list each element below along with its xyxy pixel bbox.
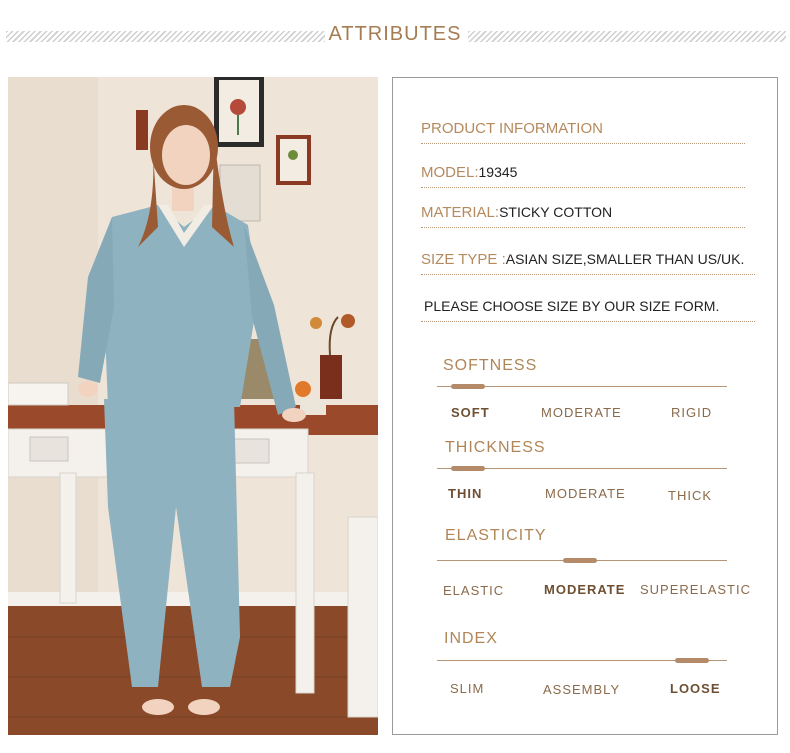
softness-option-rigid: RIGID xyxy=(671,405,713,420)
page-title: ATTRIBUTES xyxy=(0,23,790,46)
product-info-heading-row: PRODUCT INFORMATION xyxy=(421,120,745,144)
thickness-option-moderate: MODERATE xyxy=(545,486,626,501)
model-label: MODEL: xyxy=(421,164,479,181)
attributes-panel: PRODUCT INFORMATION MODEL:19345 MATERIAL… xyxy=(392,77,778,735)
page-title-text: ATTRIBUTES xyxy=(324,23,466,45)
elasticity-option-elastic: ELASTIC xyxy=(443,583,505,598)
index-option-loose: LOOSE xyxy=(670,681,721,696)
size-note-row: PLEASE CHOOSE SIZE BY OUR SIZE FORM. xyxy=(421,298,755,322)
softness-title: SOFTNESS xyxy=(443,357,538,374)
index-marker xyxy=(675,658,709,663)
product-info-heading: PRODUCT INFORMATION xyxy=(421,120,603,137)
size-note: PLEASE CHOOSE SIZE BY OUR SIZE FORM. xyxy=(424,298,720,314)
softness-marker xyxy=(451,384,485,389)
elasticity-option-superelastic: SUPERELASTIC xyxy=(640,582,751,597)
thickness-option-thick: THICK xyxy=(668,488,712,503)
softness-option-soft: SOFT xyxy=(451,405,490,420)
model-illustration xyxy=(8,77,378,735)
model-row: MODEL:19345 xyxy=(421,164,745,188)
model-value: 19345 xyxy=(478,164,518,180)
size-type-value: ASIAN SIZE,SMALLER THAN US/UK. xyxy=(505,251,745,267)
thickness-marker xyxy=(451,466,485,471)
index-option-assembly: ASSEMBLY xyxy=(543,682,621,697)
index-option-slim: SLIM xyxy=(450,681,485,696)
material-value: STICKY COTTON xyxy=(499,204,613,220)
material-row: MATERIAL:STICKY COTTON xyxy=(421,204,745,228)
thickness-title: THICKNESS xyxy=(445,439,546,456)
softness-option-moderate: MODERATE xyxy=(541,405,622,420)
size-type-label: SIZE TYPE : xyxy=(421,251,506,268)
size-type-row: SIZE TYPE :ASIAN SIZE,SMALLER THAN US/UK… xyxy=(421,251,755,275)
elasticity-marker xyxy=(563,558,597,563)
index-title: INDEX xyxy=(444,630,498,647)
thickness-option-thin: THIN xyxy=(448,486,483,501)
material-label: MATERIAL: xyxy=(421,204,500,221)
product-photo xyxy=(8,77,378,735)
elasticity-option-moderate: MODERATE xyxy=(544,582,626,597)
elasticity-title: ELASTICITY xyxy=(445,527,547,544)
